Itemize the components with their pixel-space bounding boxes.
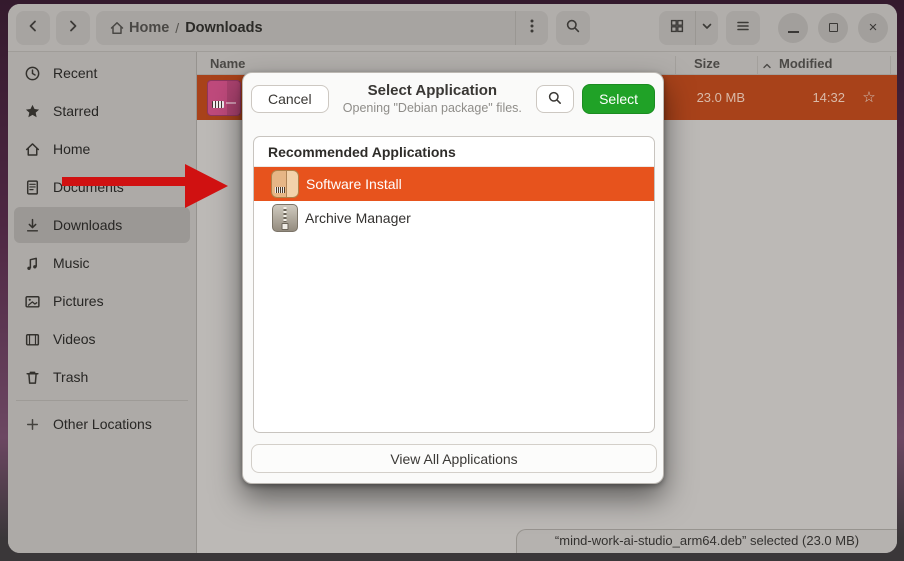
list-item-software-install[interactable]: Software Install [254, 167, 654, 201]
document-icon [24, 179, 41, 196]
divider [675, 56, 676, 74]
minimize-button[interactable] [778, 13, 808, 43]
sidebar-item-label: Music [53, 255, 90, 271]
path-menu-button[interactable] [516, 11, 548, 45]
sidebar: Recent Starred Home Documents Downloads … [8, 52, 197, 553]
headerbar: Home / Downloads [8, 4, 897, 52]
select-button[interactable]: Select [582, 84, 655, 114]
sidebar-item-label: Pictures [53, 293, 104, 309]
sidebar-item-label: Home [53, 141, 90, 157]
section-header: Recommended Applications [254, 137, 654, 167]
forward-button[interactable] [56, 11, 90, 45]
view-options-button[interactable] [696, 11, 718, 45]
chevron-left-icon [25, 18, 41, 37]
breadcrumb-separator: / [173, 20, 181, 36]
cancel-button[interactable]: Cancel [251, 85, 329, 113]
sidebar-item-documents[interactable]: Documents [14, 169, 190, 205]
picture-icon [24, 293, 41, 310]
selection-status-text: “mind-work-ai-studio_arm64.deb” selected… [555, 533, 859, 548]
home-icon [24, 141, 41, 158]
application-list: Recommended Applications Software Instal… [253, 136, 655, 433]
sidebar-item-label: Starred [53, 103, 99, 119]
maximize-icon [829, 23, 838, 32]
column-name[interactable]: Name [210, 56, 245, 71]
chevron-right-icon [65, 18, 81, 37]
view-all-applications-button[interactable]: View All Applications [251, 444, 657, 473]
sidebar-item-label: Trash [53, 369, 88, 385]
dialog-headerbar: Cancel Select Application Opening "Debia… [243, 73, 663, 125]
sidebar-item-home[interactable]: Home [14, 131, 190, 167]
main-menu-button[interactable] [726, 11, 760, 45]
star-outline-icon[interactable]: ☆ [857, 88, 881, 106]
select-application-dialog: Cancel Select Application Opening "Debia… [242, 72, 664, 484]
kebab-menu-icon [530, 18, 534, 37]
deb-package-icon [207, 80, 241, 116]
sidebar-item-label: Videos [53, 331, 96, 347]
app-name: Software Install [306, 176, 402, 192]
search-button[interactable] [556, 11, 590, 45]
breadcrumb-home[interactable]: Home [125, 20, 173, 36]
file-modified: 14:32 [715, 90, 845, 105]
home-icon [108, 19, 125, 36]
list-item-archive-manager[interactable]: Archive Manager [254, 201, 654, 235]
clock-icon [24, 65, 41, 82]
plus-icon [24, 416, 41, 433]
software-install-icon [271, 170, 299, 198]
archive-manager-icon [272, 204, 298, 232]
download-icon [24, 217, 41, 234]
view-toggle-split-button [659, 11, 718, 45]
music-note-icon [24, 255, 41, 272]
column-modified[interactable]: Modified [779, 56, 832, 71]
close-icon: × [869, 20, 878, 35]
sidebar-item-label: Documents [53, 179, 124, 195]
search-icon [565, 18, 581, 37]
dialog-title: Select Application [337, 82, 528, 101]
minimize-icon [788, 31, 799, 33]
grid-view-icon [669, 18, 685, 37]
close-button[interactable]: × [858, 13, 888, 43]
divider [16, 400, 188, 401]
breadcrumb-downloads[interactable]: Downloads [181, 20, 266, 36]
column-size[interactable]: Size [694, 56, 720, 71]
sidebar-item-label: Recent [53, 65, 97, 81]
sort-ascending-icon [762, 58, 772, 73]
back-button[interactable] [16, 11, 50, 45]
divider [890, 56, 891, 74]
divider [757, 56, 758, 74]
status-bar: “mind-work-ai-studio_arm64.deb” selected… [516, 529, 897, 553]
hamburger-menu-icon [735, 18, 751, 37]
sidebar-item-label: Other Locations [53, 416, 152, 432]
sidebar-item-starred[interactable]: Starred [14, 93, 190, 129]
sidebar-item-music[interactable]: Music [14, 245, 190, 281]
maximize-button[interactable] [818, 13, 848, 43]
sidebar-item-pictures[interactable]: Pictures [14, 283, 190, 319]
breadcrumb: Home / Downloads [96, 11, 548, 45]
sidebar-item-other-locations[interactable]: Other Locations [14, 406, 190, 442]
dialog-search-button[interactable] [536, 85, 574, 113]
sidebar-item-recent[interactable]: Recent [14, 55, 190, 91]
dialog-subtitle: Opening "Debian package" files. [337, 101, 528, 117]
sidebar-item-videos[interactable]: Videos [14, 321, 190, 357]
sidebar-item-label: Downloads [53, 217, 122, 233]
grid-view-button[interactable] [659, 11, 695, 45]
search-icon [547, 90, 563, 109]
sidebar-item-downloads[interactable]: Downloads [14, 207, 190, 243]
app-name: Archive Manager [305, 210, 411, 226]
film-icon [24, 331, 41, 348]
trash-icon [24, 369, 41, 386]
dialog-title-block: Select Application Opening "Debian packa… [337, 82, 528, 116]
window-controls: × [778, 13, 888, 43]
chevron-down-icon [700, 19, 714, 36]
sidebar-item-trash[interactable]: Trash [14, 359, 190, 395]
star-icon [24, 103, 41, 120]
